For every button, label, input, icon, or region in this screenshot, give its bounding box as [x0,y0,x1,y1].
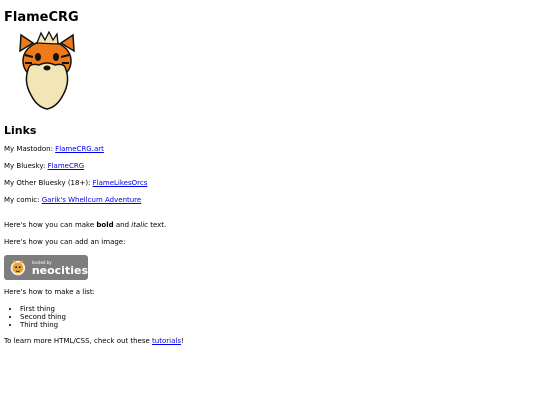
learn-post: ! [180,337,184,345]
list-intro: Here's how to make a list: [4,288,95,296]
link-label: My comic: [4,196,42,204]
avatar-image [19,31,75,110]
list-item: Second thing [20,313,536,321]
neocities-cat-icon [10,259,26,275]
link-row-mastodon: My Mastodon: FlameCRG.art [4,145,536,154]
badge-text: hosted by neocities [32,260,88,276]
link-row-bluesky: My Bluesky: FlameCRG [4,162,536,171]
list-item: Third thing [20,321,536,329]
other-bluesky-link[interactable]: FlameLikesOrcs [93,179,148,187]
learn-more-paragraph: To learn more HTML/CSS, check out these … [4,337,536,346]
page-title: FlameCRG [4,10,79,25]
link-row-other-bluesky: My Other Bluesky (18+): FlameLikesOrcs [4,179,536,188]
example-list: First thing Second thing Third thing [4,305,536,329]
tutorials-link[interactable]: tutorials [152,337,181,345]
list-item: First thing [20,305,536,313]
format-post: text. [147,221,167,229]
link-label: My Bluesky: [4,162,48,170]
neocities-badge[interactable]: hosted by neocities [4,255,88,280]
bluesky-link[interactable]: FlameCRG [48,162,85,170]
comic-link[interactable]: Garik's Whellcum Adventure [42,196,141,204]
mastodon-link[interactable]: FlameCRG.art [55,145,104,153]
page: FlameCRG Links My Mastodon: FlameCRG.art… [0,10,540,346]
format-pre: Here's how you can make [4,221,97,229]
bold-text: bold [96,221,114,229]
learn-pre: To learn more HTML/CSS, check out these [4,337,153,345]
link-label: My Other Bluesky (18+): [4,179,93,187]
format-mid: and [113,221,132,229]
format-text-paragraph: Here's how you can make bold and italic … [4,221,536,230]
badge-big-text: neocities [31,263,88,277]
links-heading: Links [4,124,37,137]
italic-text: italic [131,221,148,229]
image-text: Here's how you can add an image: [4,238,126,246]
link-label: My Mastodon: [4,145,56,153]
link-row-comic: My comic: Garik's Whellcum Adventure [4,196,536,205]
